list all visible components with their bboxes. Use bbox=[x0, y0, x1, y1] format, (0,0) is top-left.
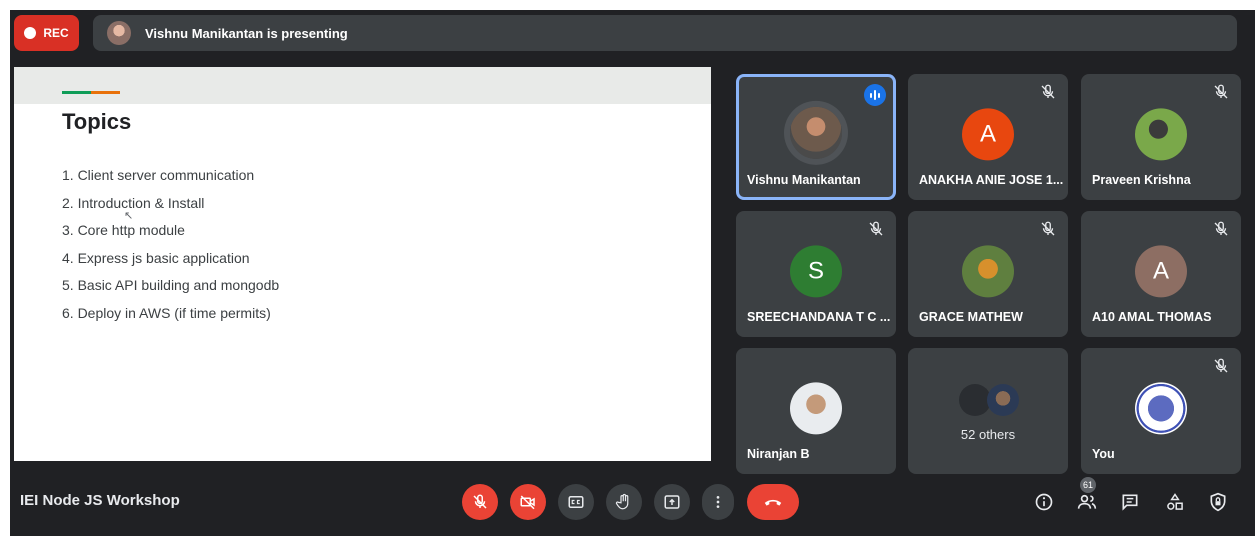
participant-name: A10 AMAL THOMAS bbox=[1092, 310, 1212, 324]
topic-item: 3. Core http module bbox=[62, 222, 185, 238]
chat-button[interactable] bbox=[1112, 484, 1148, 520]
participant-name: Praveen Krishna bbox=[1092, 173, 1191, 187]
participant-avatar: S bbox=[790, 245, 842, 298]
presenting-text: Vishnu Manikantan is presenting bbox=[145, 25, 348, 41]
participant-tile-niranjan[interactable]: Niranjan B bbox=[736, 348, 896, 474]
participant-avatar bbox=[1135, 108, 1187, 161]
raise-hand-icon bbox=[615, 493, 629, 510]
presenter-avatar bbox=[107, 21, 131, 45]
participant-name: ANAKHA ANIE JOSE 1... bbox=[919, 173, 1064, 187]
record-dot-icon bbox=[24, 27, 37, 39]
speaking-indicator-icon bbox=[864, 84, 886, 106]
others-count: 52 others bbox=[960, 427, 1016, 442]
recording-indicator: REC bbox=[14, 15, 79, 51]
participant-avatar bbox=[790, 382, 842, 435]
accent-orange bbox=[91, 91, 120, 94]
presenting-banner: Vishnu Manikantan is presenting bbox=[93, 15, 1237, 51]
activities-icon bbox=[1167, 493, 1183, 510]
mic-toggle-button[interactable] bbox=[462, 484, 498, 520]
institution-logo bbox=[1135, 382, 1187, 435]
mic-muted-icon bbox=[1041, 84, 1055, 99]
participant-tile-anakha[interactable]: A ANAKHA ANIE JOSE 1... bbox=[908, 74, 1068, 200]
participant-name: Niranjan B bbox=[747, 447, 810, 461]
camera-off-icon bbox=[520, 495, 535, 510]
participant-avatar bbox=[790, 106, 842, 159]
participant-name: SREECHANDANA T C ... bbox=[747, 310, 891, 324]
present-screen-icon bbox=[664, 495, 680, 509]
more-options-button[interactable] bbox=[702, 484, 734, 520]
mic-muted-icon bbox=[1214, 84, 1228, 99]
host-controls-icon bbox=[1210, 492, 1226, 512]
participant-name: Vishnu Manikantan bbox=[747, 173, 861, 187]
more-options-icon bbox=[716, 496, 720, 508]
mic-muted-icon bbox=[1214, 221, 1228, 236]
topic-item: 2. Introduction & Install bbox=[62, 194, 205, 211]
end-call-icon bbox=[764, 499, 782, 506]
activities-button[interactable] bbox=[1157, 484, 1193, 520]
mic-muted-icon bbox=[1214, 358, 1228, 373]
people-icon bbox=[1077, 494, 1097, 509]
others-avatar bbox=[987, 384, 1019, 416]
topic-item: 1. Client server communication bbox=[62, 167, 255, 183]
participant-tile-others[interactable]: 52 others bbox=[908, 348, 1068, 474]
participant-name: You bbox=[1092, 447, 1115, 461]
chat-icon bbox=[1122, 494, 1138, 511]
accent-green bbox=[62, 91, 91, 94]
mic-off-icon bbox=[473, 494, 487, 509]
participant-avatar: A bbox=[1135, 245, 1187, 298]
slide-header-band bbox=[14, 67, 711, 104]
captions-button[interactable] bbox=[558, 484, 594, 520]
participant-tile-sreechandana[interactable]: S SREECHANDANA T C ... bbox=[736, 211, 896, 337]
meeting-title: IEI Node JS Workshop bbox=[20, 492, 180, 509]
rec-label: REC bbox=[43, 26, 69, 40]
participant-avatar: A bbox=[962, 108, 1014, 161]
topic-list: 1. Client server communication 2. Introd… bbox=[62, 166, 279, 331]
mic-muted-icon bbox=[869, 221, 883, 236]
captions-icon bbox=[568, 496, 584, 508]
present-now-button[interactable] bbox=[654, 484, 690, 520]
mouse-cursor-icon: ↖ bbox=[124, 210, 134, 222]
participant-avatar bbox=[962, 245, 1014, 298]
participant-tile-you[interactable]: You bbox=[1081, 348, 1241, 474]
camera-toggle-button[interactable] bbox=[510, 484, 546, 520]
topic-item: 5. Basic API building and mongodb bbox=[62, 277, 280, 293]
mic-muted-icon bbox=[1041, 221, 1055, 236]
participant-tile-amal[interactable]: A A10 AMAL THOMAS bbox=[1081, 211, 1241, 337]
participant-tile-vishnu[interactable]: Vishnu Manikantan bbox=[736, 74, 896, 200]
slide-title: Topics bbox=[62, 109, 132, 134]
slide-accent-line bbox=[62, 91, 120, 94]
raise-hand-button[interactable] bbox=[606, 484, 642, 520]
participant-tile-grace[interactable]: GRACE MATHEW bbox=[908, 211, 1068, 337]
topic-item: 6. Deploy in AWS (if time permits) bbox=[62, 304, 271, 321]
info-icon bbox=[1035, 493, 1053, 511]
topic-item: 4. Express js basic application bbox=[62, 249, 250, 266]
leave-call-button[interactable] bbox=[747, 484, 799, 520]
host-controls-button[interactable] bbox=[1200, 484, 1236, 520]
participant-tile-praveen[interactable]: Praveen Krishna bbox=[1081, 74, 1241, 200]
meeting-details-button[interactable] bbox=[1026, 484, 1062, 520]
people-count-badge: 61 bbox=[1080, 477, 1096, 493]
participant-name: GRACE MATHEW bbox=[919, 310, 1023, 324]
